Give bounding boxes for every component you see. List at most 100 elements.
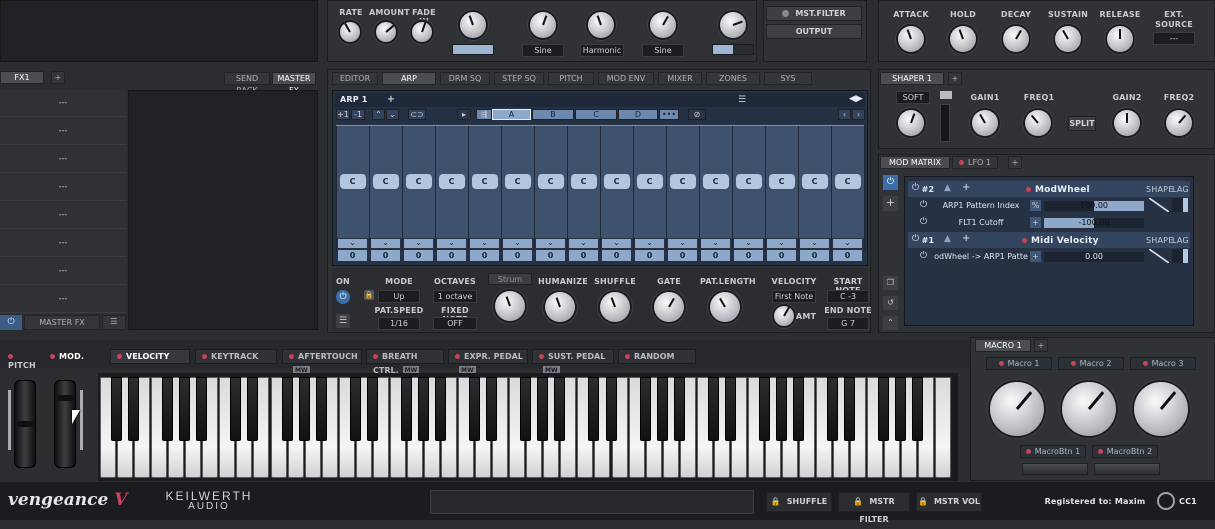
black-key[interactable] xyxy=(179,377,191,441)
mod-slot-add-icon[interactable]: + xyxy=(962,182,970,193)
arp-step[interactable]: C xyxy=(735,174,762,189)
arp-step[interactable]: C xyxy=(438,174,465,189)
waveform-3[interactable]: Sine xyxy=(642,44,684,57)
arp-step[interactable]: C xyxy=(636,174,663,189)
waveform-2[interactable]: Harmonic xyxy=(580,44,624,57)
amount-knob[interactable] xyxy=(376,22,396,42)
step-octave[interactable]: 0 xyxy=(668,250,697,261)
mod-power-button[interactable]: ⏻ xyxy=(883,175,898,190)
tab-editor[interactable]: EDITOR xyxy=(332,72,378,85)
arp-add-button[interactable]: + xyxy=(386,94,396,105)
fx-slot[interactable]: --- xyxy=(0,285,126,313)
mod-target-name[interactable]: ARP1 Pattern Index xyxy=(934,201,1028,210)
step-octave[interactable]: 0 xyxy=(503,250,532,261)
macro-2-label[interactable]: Macro 2 xyxy=(1058,357,1124,370)
mod-target-power-icon[interactable]: ⏻ xyxy=(920,217,927,227)
tab-step-sq[interactable]: STEP SQ xyxy=(494,72,544,85)
macro-1-label[interactable]: Macro 1 xyxy=(986,357,1052,370)
lock-mstr-vol[interactable]: 🔒 MSTR VOL xyxy=(916,492,982,512)
mod-source-tab[interactable]: EXPR. PEDALMW xyxy=(448,349,528,375)
step-octave[interactable]: 0 xyxy=(767,250,796,261)
add-macro-button[interactable]: + xyxy=(1034,339,1048,352)
mod-source-tab[interactable]: BREATH CTRL. MW xyxy=(366,349,444,375)
step-down-icon[interactable]: ⌄ xyxy=(404,239,433,248)
scroll-left-icon[interactable]: ‹ xyxy=(838,109,851,120)
macro-3-label[interactable]: Macro 3 xyxy=(1130,357,1196,370)
osc-knob-2[interactable] xyxy=(530,12,556,38)
step-down-icon[interactable]: ⌄ xyxy=(833,239,862,248)
arp-step[interactable]: C xyxy=(471,174,498,189)
black-key[interactable] xyxy=(639,377,651,441)
arp-step[interactable]: C xyxy=(669,174,696,189)
arp-step[interactable]: C xyxy=(603,174,630,189)
fx-slot[interactable]: --- xyxy=(0,173,126,201)
shaper-mode-icon[interactable] xyxy=(940,91,952,99)
black-key[interactable] xyxy=(162,377,174,441)
pat-length-knob[interactable] xyxy=(710,292,740,322)
macro-btn-2[interactable] xyxy=(1094,463,1160,475)
step-octave[interactable]: 0 xyxy=(833,250,862,261)
tab-sys[interactable]: SYS xyxy=(764,72,812,85)
fade-in-knob[interactable] xyxy=(412,22,432,42)
mod-slot-source[interactable]: Midi Velocity xyxy=(1022,236,1122,246)
arp-step[interactable]: C xyxy=(405,174,432,189)
step-down-icon[interactable]: ⌄ xyxy=(701,239,730,248)
mod-slot-up-icon[interactable]: ▲ xyxy=(944,183,951,193)
arp-step[interactable]: C xyxy=(570,174,597,189)
octaves-value[interactable]: 1 octave xyxy=(433,290,477,303)
black-key[interactable] xyxy=(673,377,685,441)
end-note-value[interactable]: G 7 xyxy=(827,317,869,330)
mod-target-unit[interactable]: + xyxy=(1030,217,1041,228)
arp-name[interactable]: ARP 1 xyxy=(340,95,374,104)
osc-knob-4[interactable] xyxy=(650,12,676,38)
tab-macro-1[interactable]: MACRO 1 xyxy=(975,339,1031,352)
mod-amount-bar[interactable]: -100.00 xyxy=(1044,218,1144,228)
mod-add-button[interactable]: + xyxy=(883,196,898,211)
velocity-amt-knob[interactable] xyxy=(774,306,794,326)
rate-knob[interactable] xyxy=(340,22,360,42)
add-mod-tab-button[interactable]: + xyxy=(1008,156,1022,169)
decay-knob[interactable] xyxy=(1003,26,1029,52)
black-key[interactable] xyxy=(827,377,839,441)
strum-button[interactable]: Strum xyxy=(488,273,532,285)
split-button[interactable]: SPLIT xyxy=(1068,116,1096,131)
step-down-icon[interactable]: ⌄ xyxy=(470,239,499,248)
sustain-knob[interactable] xyxy=(1055,26,1081,52)
attack-knob[interactable] xyxy=(898,26,924,52)
black-key[interactable] xyxy=(366,377,378,441)
mod-undo-icon[interactable]: ↺ xyxy=(883,296,898,310)
pattern-d[interactable]: D xyxy=(618,109,658,120)
add-fx-button[interactable]: + xyxy=(51,71,65,84)
step-octave[interactable]: 0 xyxy=(404,250,433,261)
fx-slot[interactable]: --- xyxy=(0,229,126,257)
fx-slot[interactable]: --- xyxy=(0,117,126,145)
freq1-knob[interactable] xyxy=(1025,110,1051,136)
arp-step[interactable]: C xyxy=(801,174,828,189)
hold-knob[interactable] xyxy=(950,26,976,52)
osc-bar-2[interactable] xyxy=(712,44,754,55)
mod-wheel[interactable] xyxy=(54,380,76,468)
black-key[interactable] xyxy=(724,377,736,441)
clear-pattern-icon[interactable]: ⊘ xyxy=(688,109,706,120)
black-key[interactable] xyxy=(230,377,242,441)
black-key[interactable] xyxy=(793,377,805,441)
black-key[interactable] xyxy=(111,377,123,441)
step-down-icon[interactable]: ⌄ xyxy=(437,239,466,248)
tab-mod-matrix[interactable]: MOD MATRIX xyxy=(880,156,950,169)
shaper-soft[interactable]: SOFT xyxy=(896,91,930,104)
gain1-knob[interactable] xyxy=(972,110,998,136)
black-key[interactable] xyxy=(349,377,361,441)
macro-btn-1[interactable] xyxy=(1022,463,1088,475)
step-octave[interactable]: 0 xyxy=(635,250,664,261)
cc-meter-icon[interactable] xyxy=(1157,492,1175,510)
step-octave[interactable]: 0 xyxy=(701,250,730,261)
arp-list-icon[interactable]: ☰ xyxy=(738,95,748,105)
macro-btn-1-label[interactable]: MacroBtn 1 xyxy=(1020,445,1086,458)
fx-menu-button[interactable]: ☰ xyxy=(102,315,126,330)
mod-copy-icon[interactable]: ❐ xyxy=(883,276,898,290)
black-key[interactable] xyxy=(520,377,532,441)
black-key[interactable] xyxy=(878,377,890,441)
arp-step[interactable]: C xyxy=(372,174,399,189)
step-octave[interactable]: 0 xyxy=(800,250,829,261)
shaper-drive-knob[interactable] xyxy=(898,110,924,136)
